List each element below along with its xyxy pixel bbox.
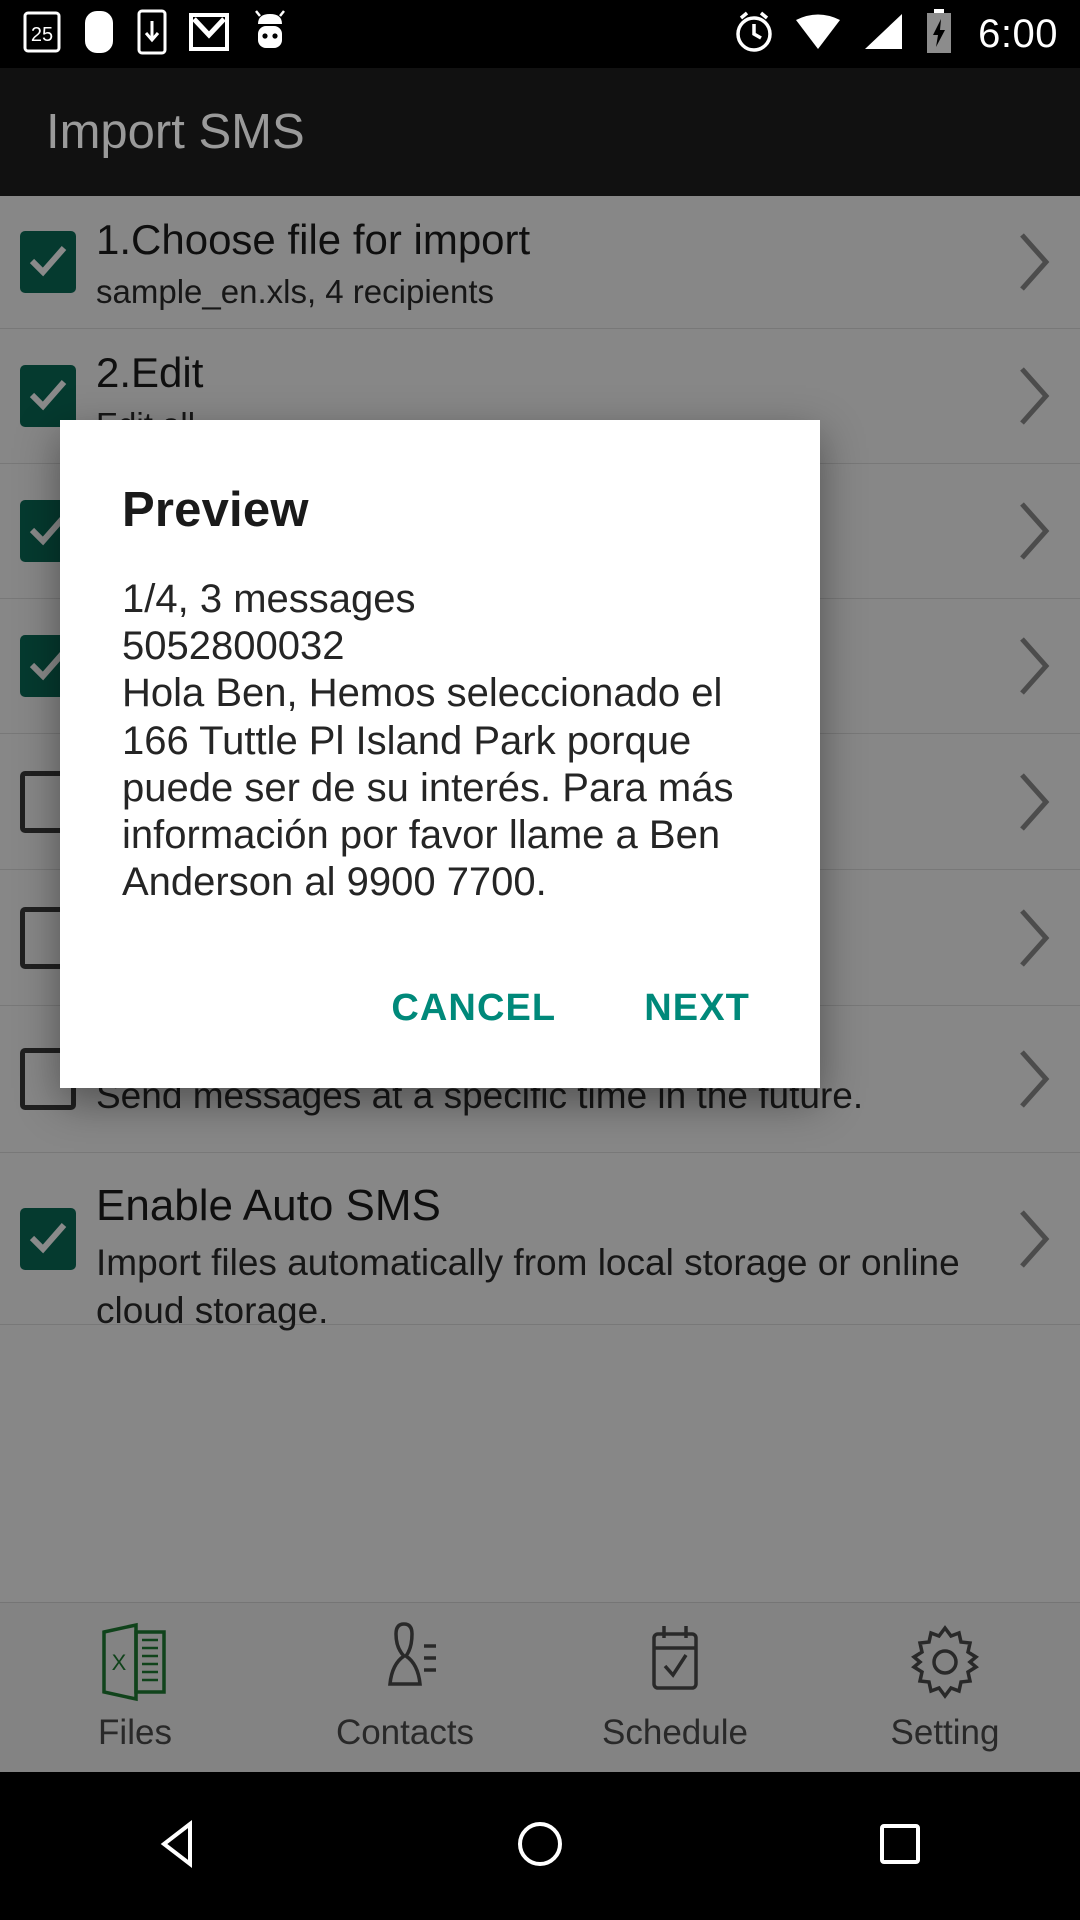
calendar-25-icon: 25 (22, 10, 62, 59)
list-item-title: 2.Edit (96, 349, 204, 396)
tab-contacts[interactable]: Contacts (270, 1622, 540, 1753)
list-item-title: 1.Choose file for import (96, 216, 531, 263)
dialog-title: Preview (122, 483, 309, 537)
excel-file-icon: X (96, 1622, 174, 1707)
chevron-right-icon (1014, 363, 1054, 429)
wifi-icon (794, 11, 842, 58)
checkbox-checked[interactable] (20, 1207, 76, 1270)
chevron-right-icon (1014, 1206, 1054, 1272)
list-item-enable-auto-sms[interactable]: Enable Auto SMS Import files automatical… (0, 1153, 1080, 1331)
system-navigation-bar (0, 1772, 1080, 1920)
calendar-check-icon (636, 1622, 714, 1707)
cancel-button[interactable]: CANCEL (367, 973, 580, 1044)
page-title: Import SMS (46, 105, 305, 159)
svg-text:X: X (112, 1650, 127, 1675)
circle-home-icon[interactable] (512, 1816, 568, 1877)
checkbox-checked[interactable] (20, 231, 76, 293)
chevron-right-icon (1014, 905, 1054, 971)
preview-dialog: Preview 1/4, 3 messages 5052800032 Hola … (60, 420, 820, 1088)
status-bar-right-icons: 6:00 (732, 8, 1058, 60)
chevron-right-icon (1014, 769, 1054, 835)
dialog-action-row: CANCEL NEXT (367, 973, 774, 1044)
tab-label-contacts: Contacts (335, 1713, 475, 1752)
gmail-icon (188, 10, 230, 59)
tab-label-files: Files (98, 1713, 172, 1752)
signal-icon (860, 11, 906, 58)
list-item-subtitle: sample_en.xls, 4 recipients (96, 273, 495, 311)
next-button[interactable]: NEXT (620, 973, 774, 1044)
download-phone-icon (136, 9, 168, 60)
tab-label-schedule: Schedule (602, 1713, 748, 1752)
battery-charging-icon (924, 8, 954, 60)
tab-schedule[interactable]: Schedule (540, 1622, 810, 1753)
chevron-right-icon (1014, 1046, 1054, 1112)
chevron-right-icon (1014, 498, 1054, 564)
chevron-right-icon (1014, 633, 1054, 699)
alarm-icon (732, 9, 776, 60)
phone-screen: 25 6:00 Import SMS 1.Choose file for imp… (0, 0, 1080, 1920)
gear-icon (906, 1622, 984, 1707)
app-white-square-icon (82, 9, 116, 60)
status-bar-clock: 6:00 (978, 11, 1058, 56)
tab-label-setting: Setting (890, 1713, 1000, 1752)
square-recents-icon[interactable] (872, 1816, 928, 1877)
svg-text:25: 25 (31, 24, 53, 46)
list-item-subtitle: Import files automatically from local st… (96, 1241, 960, 1331)
dialog-message-body: 1/4, 3 messages 5052800032 Hola Ben, Hem… (122, 577, 734, 905)
app-bar: Import SMS (0, 68, 1080, 196)
checkbox-checked[interactable] (20, 365, 76, 427)
status-bar-left-icons: 25 (22, 9, 290, 60)
tab-setting[interactable]: Setting (810, 1622, 1080, 1753)
android-robot-icon (250, 9, 290, 59)
status-bar: 25 6:00 (0, 0, 1080, 68)
list-item-choose-file[interactable]: 1.Choose file for import sample_en.xls, … (0, 196, 1080, 329)
contacts-person-icon (366, 1622, 444, 1707)
list-item-title: Enable Auto SMS (96, 1181, 441, 1230)
bottom-tab-bar: X Files Contacts Schedule Setting (0, 1602, 1080, 1772)
tab-files[interactable]: X Files (0, 1622, 270, 1753)
chevron-right-icon (1014, 229, 1054, 295)
triangle-back-icon[interactable] (152, 1816, 208, 1877)
